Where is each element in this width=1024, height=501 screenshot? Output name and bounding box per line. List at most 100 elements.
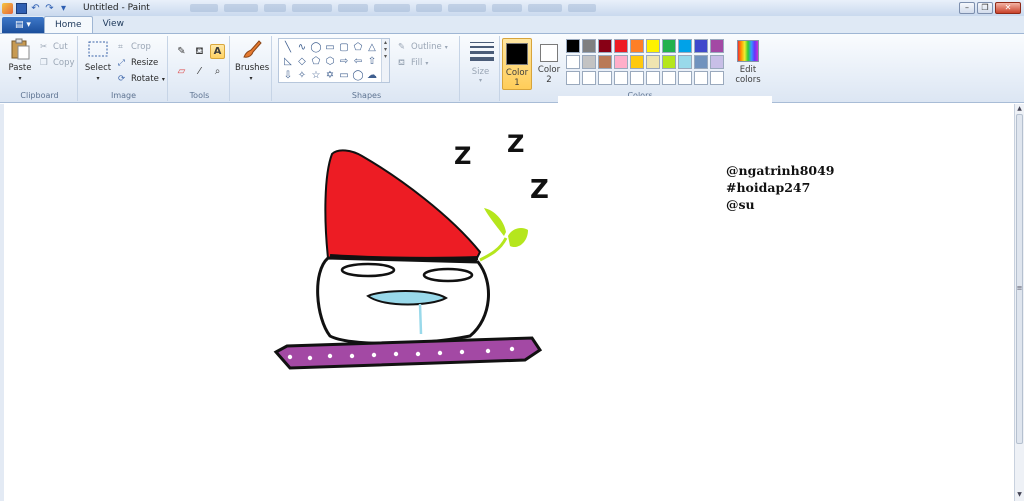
scroll-down-arrow-icon[interactable]: ▼ [1015, 491, 1024, 499]
rounded-rectangle-shape-icon[interactable]: ▢ [337, 40, 351, 54]
curve-shape-icon[interactable]: ∿ [295, 40, 309, 54]
palette-swatch-18[interactable] [694, 55, 708, 69]
six-point-star-shape-icon[interactable]: ✡ [323, 68, 337, 82]
palette-swatch-22[interactable] [598, 71, 612, 85]
color-picker-icon[interactable]: ⁄ [192, 64, 207, 79]
five-point-star-shape-icon[interactable]: ☆ [309, 68, 323, 82]
tab-view[interactable]: View [93, 16, 134, 33]
palette-swatch-26[interactable] [662, 71, 676, 85]
size-label: Size [471, 67, 490, 77]
palette-swatch-12[interactable] [598, 55, 612, 69]
canvas-text-box[interactable]: @ngatrinh8049 #hoidap247 @su [726, 162, 835, 213]
palette-swatch-24[interactable] [630, 71, 644, 85]
undo-icon[interactable]: ↶ [30, 3, 41, 14]
down-arrow-shape-icon[interactable]: ⇩ [281, 68, 295, 82]
brush-icon [243, 40, 262, 58]
palette-swatch-29[interactable] [710, 71, 724, 85]
oval-callout-shape-icon[interactable]: ◯ [351, 68, 365, 82]
paste-button[interactable]: Paste ▾ [4, 38, 36, 83]
resize-button[interactable]: ⤢ Resize [118, 57, 158, 69]
palette-swatch-9[interactable] [710, 39, 724, 53]
palette-swatch-4[interactable] [630, 39, 644, 53]
clipboard-group: Paste ▾ ✂ Cut ❐ Copy Clipboard [2, 36, 78, 101]
quick-access-toolbar: ↶ ↷ ▾ [0, 0, 69, 16]
close-button[interactable]: ✕ [995, 2, 1021, 14]
right-triangle-shape-icon[interactable]: ◺ [281, 54, 295, 68]
right-arrow-shape-icon[interactable]: ⇨ [337, 54, 351, 68]
palette-swatch-13[interactable] [614, 55, 628, 69]
diamond-shape-icon[interactable]: ◇ [295, 54, 309, 68]
palette-swatch-15[interactable] [646, 55, 660, 69]
palette-swatch-10[interactable] [566, 55, 580, 69]
palette-swatch-27[interactable] [678, 71, 692, 85]
save-icon[interactable] [16, 2, 27, 14]
color-palette [566, 39, 725, 86]
line-shape-icon[interactable]: ╲ [281, 40, 295, 54]
drawing-canvas[interactable] [0, 104, 1014, 501]
crop-button[interactable]: ⌗ Crop [118, 41, 151, 53]
maximize-button[interactable]: ❐ [977, 2, 993, 14]
cloud-callout-shape-icon[interactable]: ☁ [365, 68, 379, 82]
four-point-star-shape-icon[interactable]: ✧ [295, 68, 309, 82]
palette-swatch-25[interactable] [646, 71, 660, 85]
vertical-scrollbar[interactable]: ▲ ≡ ▼ [1014, 104, 1024, 501]
brushes-group: Brushes ▾ [232, 36, 272, 101]
scrollbar-thumb[interactable] [1016, 114, 1023, 444]
polygon-shape-icon[interactable]: ⬠ [351, 40, 365, 54]
palette-swatch-17[interactable] [678, 55, 692, 69]
pentagon-shape-icon[interactable]: ⬠ [309, 54, 323, 68]
up-arrow-shape-icon[interactable]: ⇧ [365, 54, 379, 68]
palette-swatch-21[interactable] [582, 71, 596, 85]
color2-button[interactable]: Color 2 [534, 38, 564, 90]
fill-icon: ⛾ [398, 58, 405, 68]
paint-menu-button[interactable]: ▤ ▾ [2, 17, 44, 33]
fill-bucket-icon[interactable]: ⛾ [192, 44, 207, 59]
palette-swatch-1[interactable] [582, 39, 596, 53]
minimize-button[interactable]: – [959, 2, 975, 14]
palette-swatch-14[interactable] [630, 55, 644, 69]
tab-home[interactable]: Home [44, 16, 93, 33]
eraser-icon[interactable]: ▱ [174, 64, 189, 79]
oval-shape-icon[interactable]: ◯ [309, 40, 323, 54]
palette-swatch-2[interactable] [598, 39, 612, 53]
scroll-up-arrow-icon[interactable]: ▲ [1015, 105, 1024, 113]
palette-swatch-7[interactable] [678, 39, 692, 53]
palette-swatch-8[interactable] [694, 39, 708, 53]
size-button[interactable] [470, 42, 494, 64]
palette-swatch-23[interactable] [614, 71, 628, 85]
rectangle-shape-icon[interactable]: ▭ [323, 40, 337, 54]
customize-toolbar-icon[interactable]: ▾ [58, 3, 69, 14]
palette-swatch-6[interactable] [662, 39, 676, 53]
palette-swatch-19[interactable] [710, 55, 724, 69]
fill-button[interactable]: ⛾ Fill ▾ [398, 57, 428, 69]
redo-icon[interactable]: ↷ [44, 3, 55, 14]
select-button[interactable]: Select ▾ [82, 38, 114, 83]
shapes-scroll-arrows[interactable]: ▴ ▾ ▾ [381, 39, 389, 82]
edit-colors-button[interactable]: Edit colors [732, 38, 764, 85]
palette-swatch-20[interactable] [566, 71, 580, 85]
callout-shape-icon[interactable]: ▭ [337, 68, 351, 82]
pencil-icon[interactable]: ✎ [174, 44, 189, 59]
triangle-shape-icon[interactable]: △ [365, 40, 379, 54]
color1-swatch [506, 43, 528, 65]
palette-swatch-16[interactable] [662, 55, 676, 69]
color1-button[interactable]: Color 1 [502, 38, 532, 90]
rotate-button[interactable]: ⟳ Rotate ▾ [118, 73, 165, 85]
magnifier-icon[interactable]: ⌕ [210, 64, 225, 79]
palette-swatch-3[interactable] [614, 39, 628, 53]
text-tool-button[interactable]: A [210, 44, 225, 59]
rotate-icon: ⟳ [118, 74, 126, 84]
hexagon-shape-icon[interactable]: ⬡ [323, 54, 337, 68]
palette-swatch-28[interactable] [694, 71, 708, 85]
palette-swatch-11[interactable] [582, 55, 596, 69]
palette-swatch-5[interactable] [646, 39, 660, 53]
paint-app-icon[interactable] [2, 2, 13, 14]
palette-swatch-0[interactable] [566, 39, 580, 53]
size-dropdown-icon[interactable]: ▾ [462, 77, 499, 84]
brushes-button[interactable]: Brushes ▾ [235, 38, 269, 83]
copy-button[interactable]: ❐ Copy [40, 57, 75, 69]
clipboard-icon [11, 38, 30, 60]
outline-button[interactable]: ✎ Outline ▾ [398, 41, 448, 53]
left-arrow-shape-icon[interactable]: ⇦ [351, 54, 365, 68]
cut-button[interactable]: ✂ Cut [40, 41, 68, 53]
